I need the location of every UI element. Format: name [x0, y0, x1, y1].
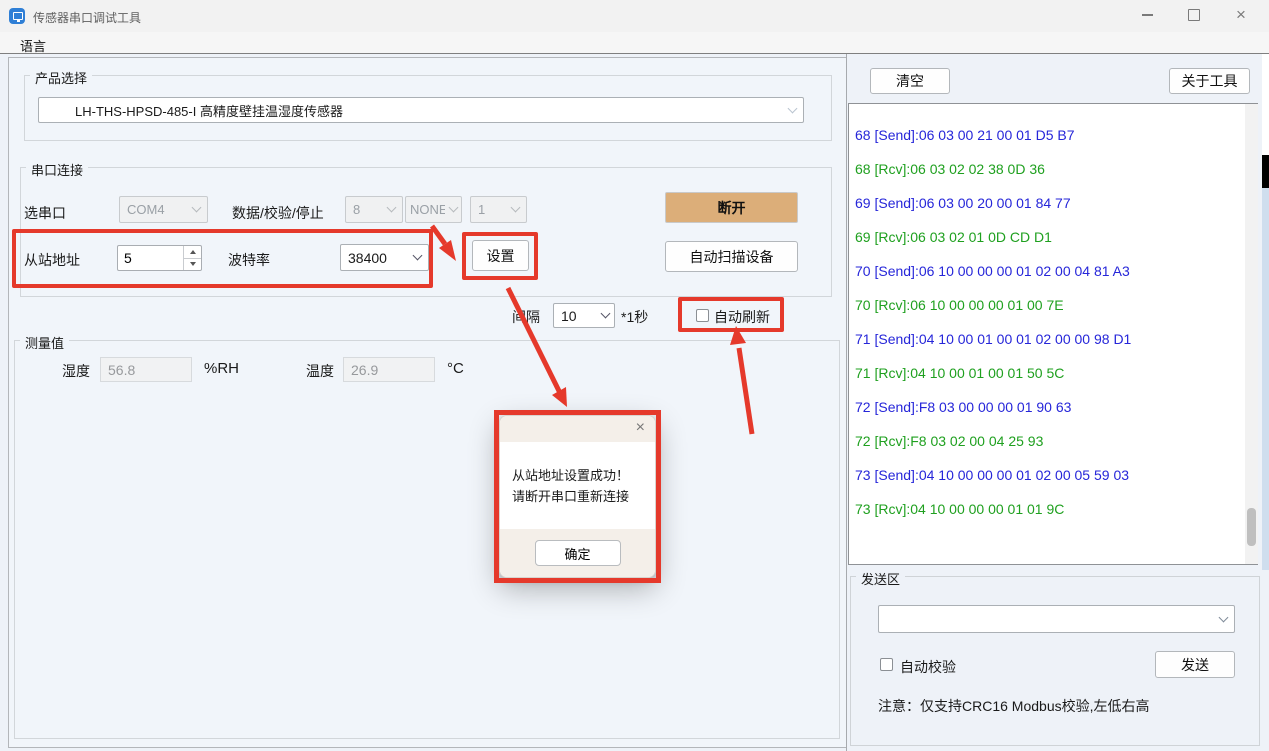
- window-scrollbar-track-bottom: [1262, 570, 1269, 751]
- product-select-value: LH-THS-HPSD-485-I 高精度壁挂温湿度传感器: [39, 101, 781, 120]
- chevron-down-icon: [380, 197, 402, 222]
- chevron-down-icon: [781, 98, 803, 122]
- title-bar: [0, 0, 1269, 32]
- log-line: 72 [Send]:F8 03 00 00 00 01 90 63: [855, 390, 1257, 424]
- log-line: 70 [Rcv]:06 10 00 00 00 01 00 7E: [855, 288, 1257, 322]
- disconnect-button[interactable]: 断开: [665, 192, 798, 223]
- auto-checksum-checkbox[interactable]: [880, 658, 893, 671]
- serial-group-label: 串口连接: [26, 160, 88, 179]
- log-line: 69 [Send]:06 03 00 20 00 01 84 77: [855, 186, 1257, 220]
- scan-devices-button[interactable]: 自动扫描设备: [665, 241, 798, 272]
- maximize-button[interactable]: [1177, 2, 1211, 28]
- minimize-icon: [1142, 14, 1153, 15]
- minimize-button[interactable]: [1130, 2, 1164, 28]
- temp-label: 温度: [306, 361, 334, 381]
- chevron-down-icon: [185, 197, 207, 222]
- product-group-label: 产品选择: [30, 68, 92, 87]
- interval-unit-label: *1秒: [621, 307, 648, 327]
- log-line: 68 [Rcv]:06 03 02 02 38 0D 36: [855, 152, 1257, 186]
- parity-select[interactable]: NONE: [405, 196, 462, 223]
- window-title: 传感器串口调试工具: [33, 9, 141, 26]
- frame-label: 数据/校验/停止: [232, 203, 324, 223]
- log-line: 73 [Send]:04 10 00 00 00 01 02 00 05 59 …: [855, 458, 1257, 492]
- log-scrollbar-track[interactable]: [1245, 104, 1258, 564]
- log-line: 69 [Rcv]:06 03 02 01 0D CD D1: [855, 220, 1257, 254]
- send-group-label: 发送区: [856, 569, 905, 588]
- log-scrollbar-thumb[interactable]: [1247, 508, 1256, 546]
- databits-select[interactable]: 8: [345, 196, 403, 223]
- send-note: 注意：仅支持CRC16 Modbus校验,左低右高: [878, 696, 1150, 716]
- close-icon: ×: [1236, 10, 1246, 20]
- highlight-box-set-button: [462, 232, 538, 280]
- log-line: 73 [Rcv]:04 10 00 00 00 01 01 9C: [855, 492, 1257, 526]
- log-line: 71 [Rcv]:04 10 00 01 00 01 50 5C: [855, 356, 1257, 390]
- chevron-down-icon: [445, 197, 461, 222]
- highlight-box-slave-baud: [12, 229, 433, 288]
- log-line: 68 [Send]:06 03 00 21 00 01 D5 B7: [855, 118, 1257, 152]
- humidity-unit: %RH: [204, 360, 239, 377]
- chevron-down-icon: [596, 304, 614, 327]
- chevron-down-icon: [504, 197, 526, 222]
- interval-label: 间隔: [512, 307, 540, 327]
- auto-checksum-label: 自动校验: [900, 657, 956, 677]
- maximize-icon: [1188, 9, 1200, 21]
- temp-unit: °C: [447, 360, 464, 377]
- send-button[interactable]: 发送: [1155, 651, 1235, 678]
- app-icon: [9, 8, 25, 24]
- window-scrollbar-thumb[interactable]: [1262, 155, 1269, 188]
- interval-value: 10: [554, 308, 596, 324]
- humidity-field: 56.8: [100, 357, 192, 382]
- menu-bar: [0, 32, 1269, 53]
- temp-field: 26.9: [343, 357, 435, 382]
- highlight-box-dialog: [494, 410, 661, 583]
- clear-log-button[interactable]: 清空: [870, 68, 950, 94]
- log-line: 71 [Send]:04 10 00 01 00 01 02 00 00 98 …: [855, 322, 1257, 356]
- port-select[interactable]: COM4: [119, 196, 208, 223]
- send-input-combo[interactable]: [878, 605, 1235, 633]
- log-view[interactable]: 68 [Send]:06 03 00 21 00 01 D5 B7 68 [Rc…: [848, 103, 1258, 565]
- stopbits-value: 1: [471, 202, 504, 217]
- parity-value: NONE: [406, 202, 445, 217]
- measure-groupbox: [14, 340, 840, 739]
- product-select[interactable]: LH-THS-HPSD-485-I 高精度壁挂温湿度传感器: [38, 97, 804, 123]
- measure-group-label: 测量值: [20, 333, 69, 352]
- interval-select[interactable]: 10: [553, 303, 615, 328]
- databits-value: 8: [346, 202, 380, 217]
- log-line: 72 [Rcv]:F8 03 02 00 04 25 93: [855, 424, 1257, 458]
- app-window: 传感器串口调试工具 × 语言 产品选择 LH-THS-HPSD-485-I 高精…: [0, 0, 1269, 751]
- chevron-down-icon: [1212, 606, 1234, 632]
- stopbits-select[interactable]: 1: [470, 196, 527, 223]
- port-select-value: COM4: [120, 202, 185, 217]
- log-line: 70 [Send]:06 10 00 00 00 01 02 00 04 81 …: [855, 254, 1257, 288]
- port-label: 选串口: [24, 203, 66, 223]
- about-tool-button[interactable]: 关于工具: [1169, 68, 1250, 94]
- humidity-label: 湿度: [62, 361, 90, 381]
- highlight-box-auto-refresh: [678, 297, 784, 332]
- window-scrollbar-track-lower: [1262, 188, 1269, 570]
- close-button[interactable]: ×: [1224, 2, 1258, 28]
